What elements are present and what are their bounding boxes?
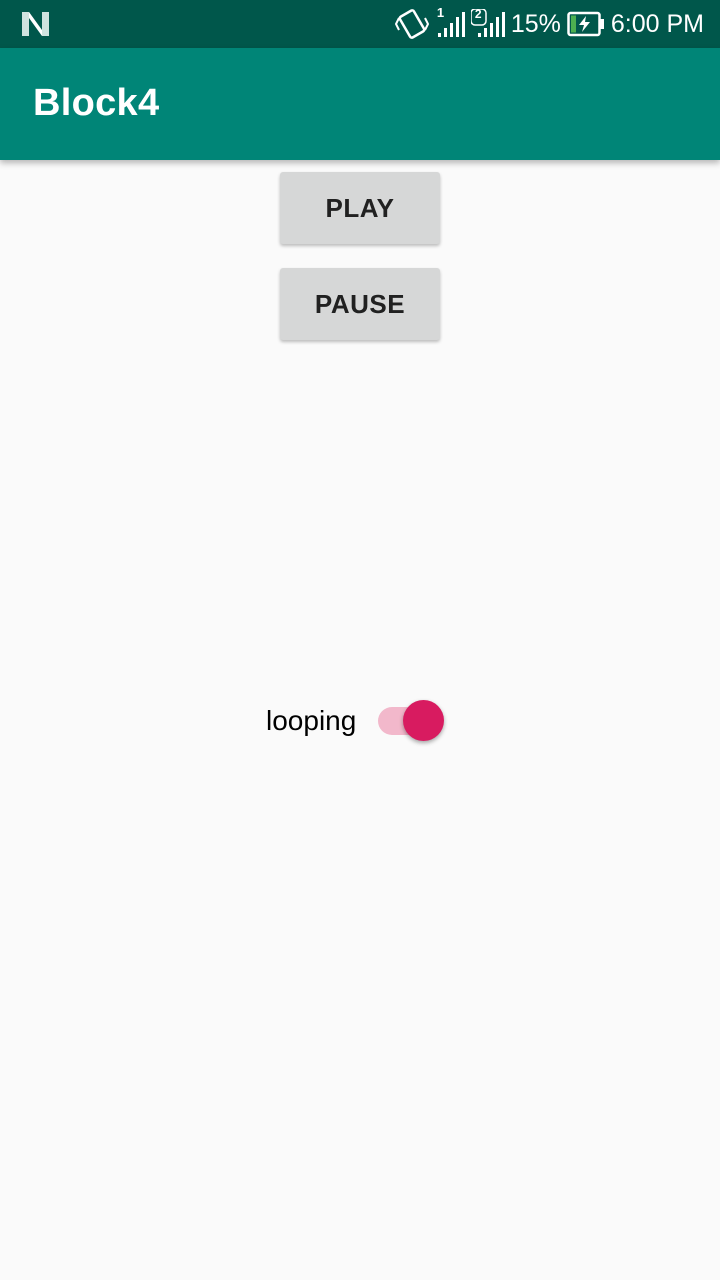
sim2-label: 2 xyxy=(474,7,482,21)
app-title: Block4 xyxy=(33,82,160,124)
switch-thumb[interactable] xyxy=(403,700,445,741)
looping-switch[interactable] xyxy=(378,697,445,745)
sim1-label: 1 xyxy=(436,5,445,20)
looping-label: looping xyxy=(266,705,357,736)
clock: 6:00 PM xyxy=(610,9,704,38)
n-logo-icon xyxy=(20,10,52,38)
battery-charging-icon xyxy=(567,11,605,37)
app-bar: Block4 xyxy=(0,48,720,160)
signal-sim1-icon: 1 xyxy=(435,5,465,39)
status-bar: 1 2 15% 6:00 PM xyxy=(0,0,720,48)
pause-button[interactable]: PAUSE xyxy=(280,268,440,340)
status-indicators: 1 2 15% 6:00 PM xyxy=(394,0,704,48)
battery-percent: 15% xyxy=(510,9,561,38)
vibrate-icon xyxy=(394,8,429,40)
play-button[interactable]: PLAY xyxy=(280,172,440,244)
looping-switch-row[interactable]: looping xyxy=(266,697,445,745)
signal-sim2-icon: 2 xyxy=(470,7,505,39)
